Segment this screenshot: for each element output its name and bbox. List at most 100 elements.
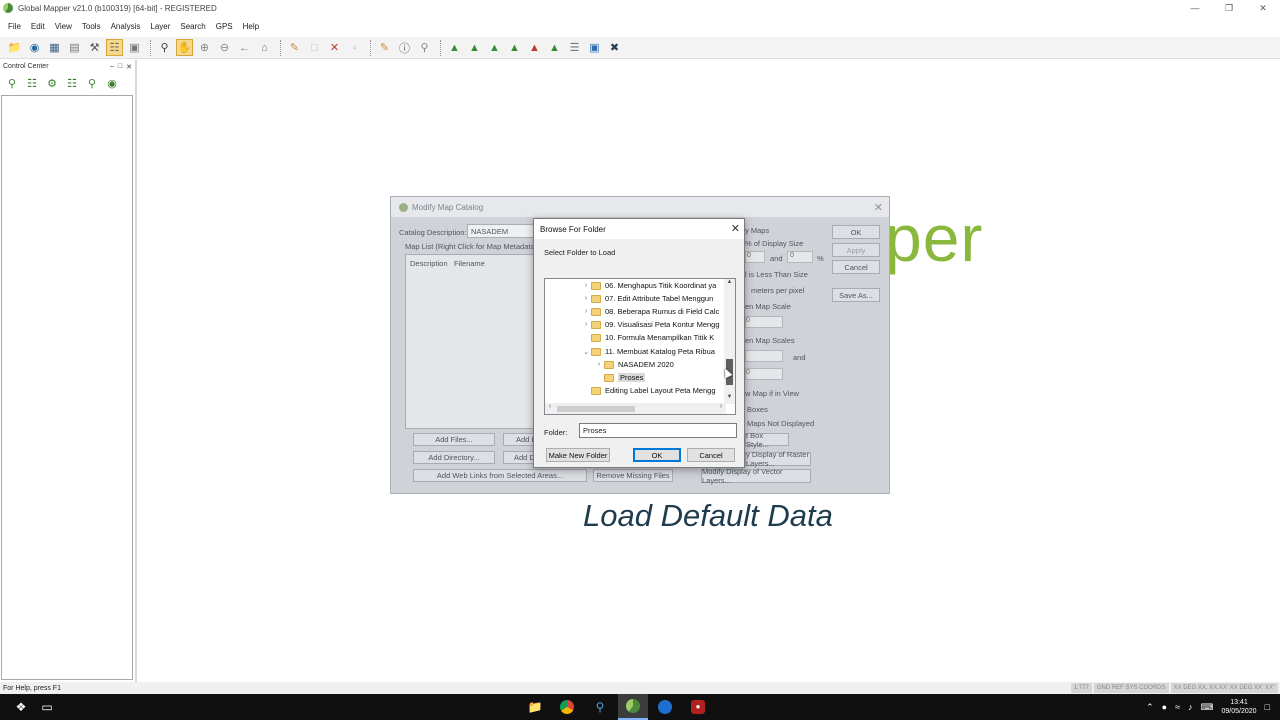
- cc-layer-copy-icon[interactable]: ☷: [64, 75, 80, 91]
- menu-analysis[interactable]: Analysis: [111, 22, 141, 31]
- menu-layer[interactable]: Layer: [150, 22, 170, 31]
- pct-from-input[interactable]: 0: [745, 251, 765, 263]
- image-icon[interactable]: ▣: [586, 39, 603, 56]
- zoom-out-icon[interactable]: ⊖: [216, 39, 233, 56]
- zoom-in-icon[interactable]: ⊕: [196, 39, 213, 56]
- edit-vertex-icon[interactable]: ▫: [346, 39, 363, 56]
- tree-item[interactable]: › 07. Edit Attribute Tabel Menggun: [545, 292, 723, 305]
- mmc-save-as-button[interactable]: Save As...: [832, 288, 880, 302]
- expand-chevron-icon[interactable]: ›: [581, 295, 591, 302]
- measure-ruler-icon[interactable]: ✎: [376, 39, 393, 56]
- cc-float-button[interactable]: □: [118, 63, 122, 71]
- terrain-icon-3[interactable]: ▲: [486, 39, 503, 56]
- control-center-icon[interactable]: ☷: [106, 39, 123, 56]
- map-list[interactable]: Description Filename: [405, 254, 540, 429]
- tray-chevron-icon[interactable]: ⌃: [1146, 702, 1154, 713]
- microphone-icon[interactable]: ●: [1162, 702, 1167, 712]
- digitize-icon[interactable]: □: [306, 39, 323, 56]
- add-directory-button[interactable]: Add Directory...: [413, 451, 495, 464]
- terrain-icon-1[interactable]: ▲: [446, 39, 463, 56]
- close-tools-icon[interactable]: ✖: [606, 39, 623, 56]
- collapse-chevron-icon[interactable]: ⌄: [581, 348, 591, 356]
- folder-tree[interactable]: › 06. Menghapus Titik Koordinat ya › 07.…: [544, 278, 736, 415]
- terrain-shader-icon[interactable]: ▲: [526, 39, 543, 56]
- cc-visibility-icon[interactable]: ◉: [104, 75, 120, 91]
- network-icon[interactable]: ≈: [1175, 702, 1180, 712]
- cc-search-icon[interactable]: ⚲: [84, 75, 100, 91]
- mmc-ok-button[interactable]: OK: [832, 225, 880, 239]
- cc-minimize-button[interactable]: –: [110, 63, 114, 71]
- menu-edit[interactable]: Edit: [31, 22, 45, 31]
- map-scales-to-input[interactable]: 0: [745, 368, 783, 380]
- keyboard-icon[interactable]: ⌨: [1201, 702, 1214, 713]
- pan-hand-icon[interactable]: ✋: [176, 39, 193, 56]
- tree-vertical-scrollbar[interactable]: ▲ ▼: [724, 279, 735, 404]
- modify-vector-display-button[interactable]: Modify Display of Vector Layers...: [701, 467, 811, 485]
- tree-item[interactable]: Editing Label Layout Peta Mengg: [545, 384, 723, 397]
- tree-item[interactable]: › 08. Beberapa Rumus di Field Calc: [545, 305, 723, 318]
- pencil-icon[interactable]: ✎: [286, 39, 303, 56]
- tree-horizontal-scrollbar[interactable]: ‹ ›: [545, 403, 726, 414]
- folder-input[interactable]: Proses: [579, 423, 737, 438]
- scroll-right-icon[interactable]: ›: [716, 403, 726, 414]
- restore-button[interactable]: ❐: [1212, 0, 1246, 16]
- menu-file[interactable]: File: [8, 22, 21, 31]
- overview-icon[interactable]: ▣: [126, 39, 143, 56]
- toolbar-grip[interactable]: [440, 39, 442, 56]
- scroll-up-icon[interactable]: ▲: [724, 279, 735, 289]
- expand-chevron-icon[interactable]: ›: [581, 282, 591, 289]
- map-scales-from-input[interactable]: [745, 350, 783, 362]
- bff-close-icon[interactable]: ✕: [731, 222, 740, 235]
- expand-chevron-icon[interactable]: ›: [581, 321, 591, 328]
- terrain-icon-2[interactable]: ▲: [466, 39, 483, 56]
- file-explorer-icon[interactable]: 📁: [526, 698, 544, 716]
- box-style-button[interactable]: t Box Style...: [745, 431, 789, 449]
- minimize-button[interactable]: —: [1178, 0, 1212, 16]
- home-icon[interactable]: ⌂: [256, 39, 273, 56]
- column-filename[interactable]: Filename: [454, 259, 485, 268]
- zoom-box-icon[interactable]: ⚲: [156, 39, 173, 56]
- bff-cancel-button[interactable]: Cancel: [687, 448, 735, 462]
- toolbar-grip[interactable]: [150, 39, 152, 56]
- cc-layer-add-icon[interactable]: ☷: [24, 75, 40, 91]
- volume-icon[interactable]: ♪: [1188, 702, 1193, 712]
- make-new-folder-button[interactable]: Make New Folder: [546, 448, 610, 462]
- toolbar-grip[interactable]: [370, 39, 372, 56]
- terrain-icon-6[interactable]: ▲: [546, 39, 563, 56]
- save-icon[interactable]: ▦: [46, 39, 63, 56]
- cc-zoom-layer-icon[interactable]: ⚲: [4, 75, 20, 91]
- delete-x-icon[interactable]: ✕: [326, 39, 343, 56]
- table-icon[interactable]: ▤: [66, 39, 83, 56]
- open-folder-icon[interactable]: 📁: [6, 39, 23, 56]
- catalog-description-input[interactable]: NASADEM: [467, 224, 537, 238]
- back-arrow-icon[interactable]: ←: [236, 39, 253, 56]
- windows-start-icon[interactable]: ❖: [12, 698, 30, 716]
- menu-tools[interactable]: Tools: [82, 22, 101, 31]
- column-description[interactable]: Description: [410, 259, 448, 268]
- globe-icon[interactable]: ◉: [26, 39, 43, 56]
- terrain-icon-4[interactable]: ▲: [506, 39, 523, 56]
- menu-help[interactable]: Help: [243, 22, 259, 31]
- expand-chevron-icon[interactable]: ›: [581, 308, 591, 315]
- tree-item[interactable]: › 06. Menghapus Titik Koordinat ya: [545, 279, 723, 292]
- recorder-app-icon[interactable]: ●: [689, 698, 707, 716]
- cc-close-button[interactable]: ✕: [126, 63, 132, 71]
- add-web-links-button[interactable]: Add Web Links from Selected Areas...: [413, 469, 587, 482]
- wrench-icon[interactable]: ⚒: [86, 39, 103, 56]
- contour-icon[interactable]: ☰: [566, 39, 583, 56]
- tree-item-selected[interactable]: Proses: [545, 371, 723, 384]
- map-scale-input[interactable]: 0: [745, 316, 783, 328]
- toolbar-grip[interactable]: [280, 39, 282, 56]
- path-profile-icon[interactable]: ⚲: [416, 39, 433, 56]
- menu-view[interactable]: View: [55, 22, 72, 31]
- notification-icon[interactable]: □: [1265, 702, 1270, 712]
- browser-app-icon[interactable]: [656, 698, 674, 716]
- add-files-button[interactable]: Add Files...: [413, 433, 495, 446]
- control-center-layer-list[interactable]: [1, 95, 133, 680]
- search-app-icon[interactable]: ⚲: [591, 698, 609, 716]
- cc-layer-options-icon[interactable]: ⚙: [44, 75, 60, 91]
- menu-search[interactable]: Search: [180, 22, 205, 31]
- tree-item[interactable]: ⌄ 11. Membuat Katalog Peta Ribua: [545, 345, 723, 358]
- tree-item[interactable]: › NASADEM 2020: [545, 358, 723, 371]
- close-window-button[interactable]: ✕: [1246, 0, 1280, 16]
